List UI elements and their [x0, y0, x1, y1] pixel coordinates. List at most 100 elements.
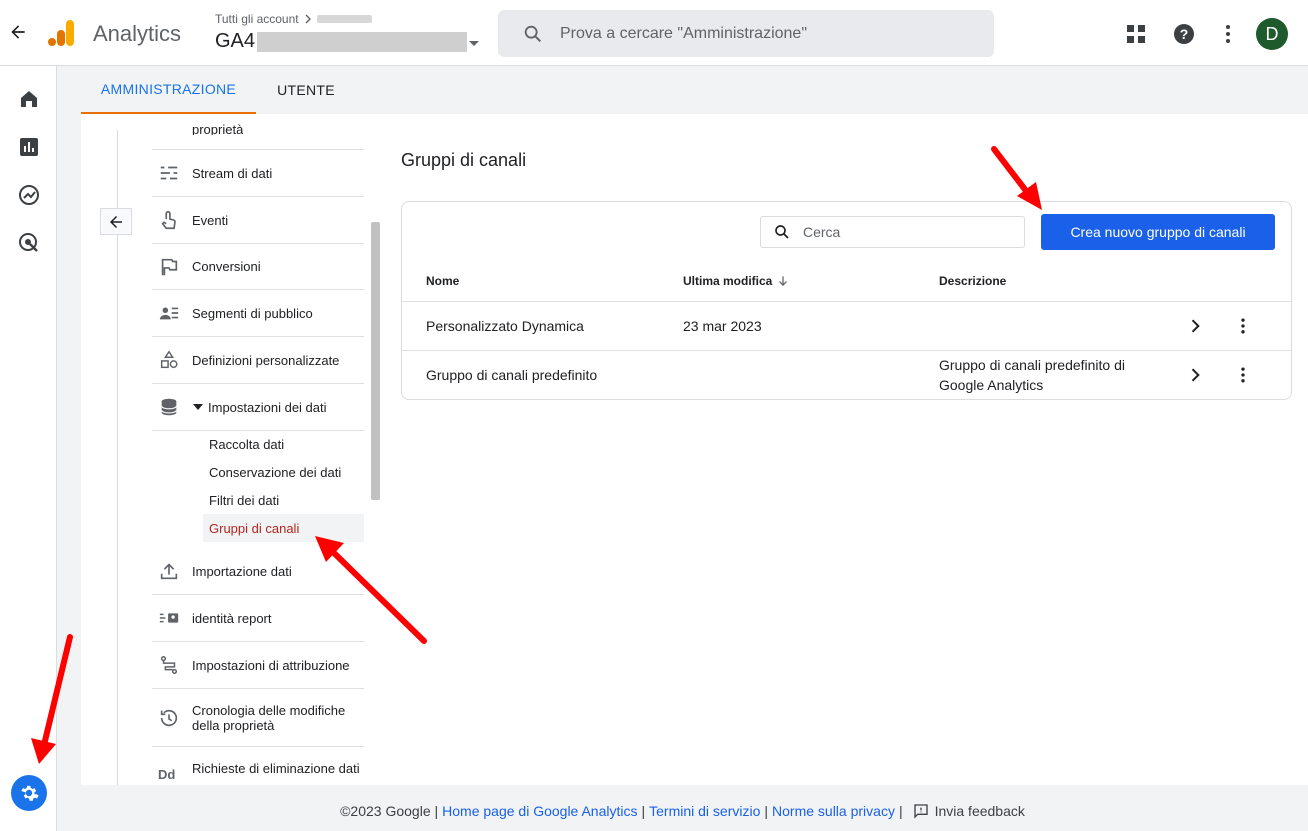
arrow-left-icon: [110, 215, 122, 228]
page-title: Gruppi di canali: [401, 150, 527, 170]
property-selector[interactable]: GA4: [215, 30, 480, 53]
row-description: Gruppo di canali predefinito di Google A…: [939, 357, 1126, 393]
nav-item-conversioni[interactable]: Conversioni: [152, 244, 364, 290]
more-vert-icon[interactable]: [1233, 365, 1253, 385]
table-divider: [402, 350, 1291, 351]
collapse-nav-button[interactable]: [100, 208, 132, 235]
svg-text:?: ?: [1180, 26, 1189, 42]
database-icon: [161, 398, 177, 416]
help-icon[interactable]: ?: [1172, 22, 1196, 46]
column-header-name[interactable]: Nome: [426, 274, 459, 288]
nav-item-cronologia-modifiche[interactable]: Cronologia delle modifiche della proprie…: [152, 689, 364, 747]
nav-item-label: Richieste di eliminazione dati: [192, 761, 360, 776]
reports-icon[interactable]: [17, 135, 41, 159]
footer-separator: |: [764, 802, 769, 819]
explore-icon[interactable]: [17, 183, 41, 207]
footer-link-home[interactable]: Home page di Google Analytics: [442, 803, 637, 819]
footer-copyright: ©2023 Google |: [340, 802, 439, 819]
column-header-label: Nome: [426, 274, 460, 288]
nav-item-label: Segmenti di pubblico: [192, 305, 313, 321]
history-icon: [160, 709, 178, 726]
analytics-logo[interactable]: [46, 18, 76, 48]
sub-item-conservazione-dei-dati[interactable]: Conservazione dei dati: [203, 458, 364, 486]
advertising-icon[interactable]: [17, 231, 41, 255]
row-name: Personalizzato Dynamica: [426, 318, 584, 334]
home-icon[interactable]: [17, 87, 41, 111]
footer-separator: |: [641, 802, 646, 819]
tab-amministrazione[interactable]: AMMINISTRAZIONE: [81, 66, 256, 114]
gear-icon: [21, 785, 39, 801]
admin-tabs: AMMINISTRAZIONE UTENTE: [81, 66, 1308, 114]
back-arrow-icon[interactable]: [8, 22, 28, 42]
attribution-icon: [160, 656, 178, 674]
nav-item-identita-report[interactable]: identità report: [152, 595, 364, 642]
search-input[interactable]: Cerca: [760, 216, 1025, 248]
caret-down-icon: [193, 404, 203, 410]
search-placeholder: Prova a cercare "Amministrazione": [560, 24, 807, 42]
nav-item-importazione-dati[interactable]: Importazione dati: [152, 548, 364, 595]
stream-icon: [160, 166, 178, 180]
column-header-label: Descrizione: [939, 274, 1007, 288]
create-channel-group-button[interactable]: Crea nuovo gruppo di canali: [1041, 214, 1275, 250]
sub-item-gruppi-di-canali[interactable]: Gruppi di canali: [203, 514, 364, 542]
column-header-modified[interactable]: Ultima modifica: [683, 274, 790, 288]
partial-nav-label: proprietà: [192, 122, 244, 135]
nav-item-definizioni-personalizzate[interactable]: Definizioni personalizzate: [152, 337, 364, 384]
feedback-icon: [913, 803, 928, 819]
feedback-link[interactable]: Invia feedback: [913, 803, 1025, 819]
footer-link-terms[interactable]: Termini di servizio: [649, 803, 760, 819]
property-name-label: GA4: [215, 30, 256, 52]
avatar[interactable]: D: [1256, 18, 1288, 50]
nav-item-label: Eventi: [192, 212, 229, 228]
apps-grid-icon[interactable]: [1124, 22, 1148, 46]
identity-icon: [159, 613, 179, 623]
touch-icon: [161, 210, 176, 230]
nav-item-label: Definizioni personalizzate: [192, 352, 340, 368]
sub-item-raccolta-dati[interactable]: Raccolta dati: [203, 430, 364, 458]
nav-item-label: Cronologia delle modifiche della proprie…: [192, 702, 346, 733]
arrow-down-icon: [779, 276, 788, 286]
column-header-label: Ultima modifica: [683, 274, 773, 288]
chevron-right-icon[interactable]: [1185, 365, 1205, 385]
caret-down-icon: [469, 41, 480, 46]
search-icon: [524, 25, 542, 42]
footer-link-privacy[interactable]: Norme sulla privacy: [772, 803, 895, 819]
sub-item-filtri-dei-dati[interactable]: Filtri dei dati: [203, 486, 364, 514]
more-vert-icon[interactable]: [1216, 22, 1240, 46]
search-icon: [775, 225, 789, 239]
redacted-account-name: [316, 15, 372, 23]
audience-icon: [159, 307, 179, 320]
redacted-property-name: [257, 31, 468, 52]
nav-item-label: Impostazioni di attribuzione: [192, 657, 350, 673]
nav-item-impostazioni-di-attribuzione[interactable]: Impostazioni di attribuzione: [152, 642, 364, 689]
row-modified: 23 mar 2023: [683, 318, 762, 334]
nav-scrollbar[interactable]: [371, 222, 380, 500]
nav-item-label: Importazione dati: [192, 563, 292, 579]
breadcrumb[interactable]: Tutti gli account: [215, 12, 372, 26]
feedback-label: Invia feedback: [934, 802, 1025, 819]
search-bar[interactable]: Prova a cercare "Amministrazione": [498, 10, 994, 57]
top-bar: Analytics Tutti gli account GA4 Prova a …: [0, 0, 1308, 66]
nav-rail: [0, 66, 57, 831]
table-divider: [402, 301, 1291, 302]
dd-icon: Dd: [158, 767, 176, 782]
chevron-right-icon[interactable]: [1185, 316, 1205, 336]
nav-item-eventi[interactable]: Eventi: [152, 197, 364, 244]
breadcrumb-label: Tutti gli account: [215, 12, 299, 26]
column-header-description[interactable]: Descrizione: [939, 274, 1006, 288]
tab-utente[interactable]: UTENTE: [256, 66, 356, 114]
nav-item-impostazioni-dei-dati[interactable]: Impostazioni dei dati: [152, 384, 364, 431]
nav-item-label: identità report: [192, 610, 272, 626]
chevron-right-icon: [305, 14, 311, 24]
nav-item-stream-di-dati[interactable]: Stream di dati: [152, 150, 364, 197]
app-title: Analytics: [93, 21, 182, 46]
footer-separator: |: [898, 802, 903, 819]
nav-item-label: Stream di dati: [192, 165, 273, 181]
admin-gear-button[interactable]: [11, 775, 47, 811]
upload-icon: [160, 563, 178, 580]
nav-item-richieste-eliminazione[interactable]: Dd Richieste di eliminazione dati: [152, 748, 364, 785]
shapes-icon: [160, 350, 178, 369]
nav-item-label: Conversioni: [192, 259, 261, 274]
more-vert-icon[interactable]: [1233, 316, 1253, 336]
nav-item-segmenti-di-pubblico[interactable]: Segmenti di pubblico: [152, 290, 364, 337]
